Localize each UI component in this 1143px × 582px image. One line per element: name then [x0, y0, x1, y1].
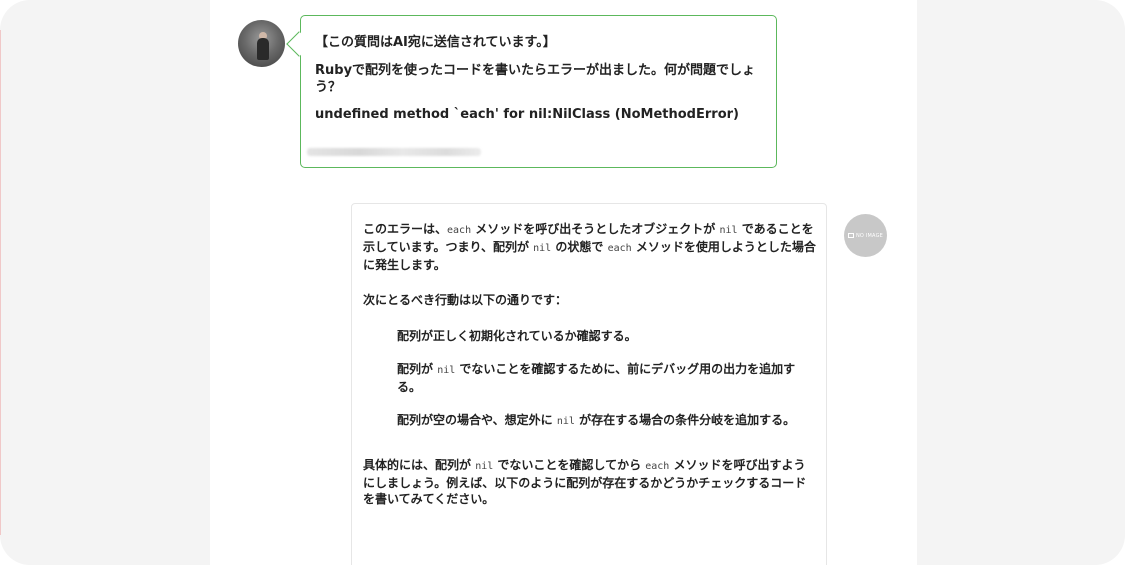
bubble-tail	[286, 31, 312, 57]
code-nil: nil	[437, 365, 456, 376]
avatar-body-shape	[257, 38, 269, 60]
code-each: each	[645, 461, 670, 472]
blurred-timestamp	[307, 148, 481, 156]
left-accent-line	[0, 30, 1, 535]
image-icon	[847, 233, 854, 238]
next-steps-heading: 次にとるべき行動は以下の通りです：	[363, 293, 568, 307]
user-question-text: Rubyで配列を使ったコードを書いたらエラーが出ました。何が問題でしょう？	[315, 63, 756, 95]
code-nil: nil	[533, 243, 552, 254]
ai-response-bubble: このエラーは、each メソッドを呼び出そうとしたオブジェクトが nil である…	[351, 203, 827, 565]
bottom-margin	[0, 565, 1143, 582]
ai-intro-paragraph: このエラーは、each メソッドを呼び出そうとしたオブジェクトが nil である…	[363, 222, 816, 272]
code-nil: nil	[475, 461, 494, 472]
chat-column: 【この質問はAI宛に送信されています。】 Rubyで配列を使ったコードを書いたら…	[210, 0, 917, 565]
steps-list: 配列が正しく初期化されているか確認する。 配列が nil でないことを確認するた…	[363, 308, 816, 430]
list-item: 配列が空の場合や、想定外に nil が存在する場合の条件分岐を追加する。	[397, 413, 796, 427]
ai-recipient-notice: 【この質問はAI宛に送信されています。】	[315, 35, 556, 50]
user-message-bubble: 【この質問はAI宛に送信されています。】 Rubyで配列を使ったコードを書いたら…	[286, 15, 777, 168]
no-image-label: NO IMAGE	[855, 232, 884, 239]
list-item: 配列が正しく初期化されているか確認する。	[397, 329, 637, 343]
ai-conclusion-paragraph: 具体的には、配列が nil でないことを確認してから each メソッドを呼び出…	[363, 458, 807, 506]
code-nil: nil	[556, 416, 575, 427]
ai-avatar[interactable]: NO IMAGE	[844, 214, 887, 257]
list-item: 配列が nil でないことを確認するために、前にデバッグ用の出力を追加する。	[397, 362, 796, 394]
window-frame: 【この質問はAI宛に送信されています。】 Rubyで配列を使ったコードを書いたら…	[0, 0, 1125, 565]
error-message-text: undefined method `each' for nil:NilClass…	[315, 107, 739, 122]
code-each: each	[607, 243, 632, 254]
code-nil: nil	[719, 225, 738, 236]
user-avatar[interactable]	[238, 20, 285, 67]
code-each: each	[447, 225, 472, 236]
